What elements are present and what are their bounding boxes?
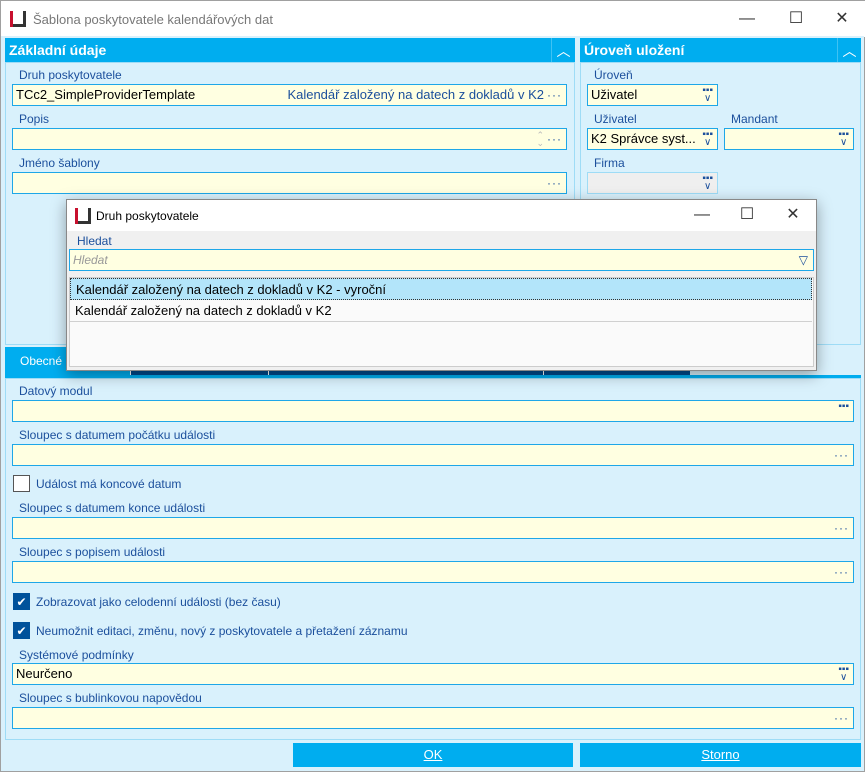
popup-title-bar: Druh poskytovatele — ☐ ✕ <box>67 200 816 231</box>
popup-minimize-button[interactable]: — <box>679 200 725 231</box>
desc-col-input[interactable]: ··· <box>12 561 854 583</box>
cancel-button[interactable]: Storno <box>580 743 861 767</box>
level-label: Úroveň <box>594 68 633 82</box>
sys-conditions-label: Systémové podmínky <box>19 648 134 662</box>
popup-maximize-button[interactable]: ☐ <box>724 200 770 231</box>
sys-conditions-select[interactable]: Neurčeno ▪▪▪ ∨ <box>12 663 854 685</box>
collapse-chevron-icon[interactable]: ︿ <box>837 38 861 62</box>
tooltip-col-label: Sloupec s bublinkovou napovědou <box>19 691 202 705</box>
k2-logo-icon <box>75 208 91 224</box>
search-placeholder: Hledat <box>73 253 108 267</box>
search-input[interactable]: Hledat ▽ <box>69 249 814 271</box>
checkmark-icon: ✔ <box>16 624 27 638</box>
list-item[interactable]: Kalendář založený na datech z dokladů v … <box>70 278 812 300</box>
close-button[interactable]: ✕ <box>819 1 865 37</box>
minimize-button[interactable]: — <box>724 1 770 37</box>
dropdown-icon[interactable]: ▪▪▪ ∨ <box>838 665 849 683</box>
provider-type-popup: Druh poskytovatele — ☐ ✕ Hledat Hledat ▽… <box>66 199 817 371</box>
collapse-chevron-icon[interactable]: ︿ <box>551 38 575 62</box>
provider-type-label: Druh poskytovatele <box>19 68 122 82</box>
company-select: ▪▪▪ ∨ <box>587 172 718 194</box>
search-label: Hledat <box>77 234 112 248</box>
end-date-col-label: Sloupec s datumem konce události <box>19 501 206 515</box>
dropdown-icon[interactable]: ▪▪▪ ∨ <box>702 130 713 148</box>
ellipsis-icon[interactable]: ··· <box>834 445 849 465</box>
provider-type-description: Kalendář založený na datech z dokladů v … <box>287 87 544 102</box>
mandant-select[interactable]: ▪▪▪ ∨ <box>724 128 854 150</box>
has-end-date-label: Událost má koncové datum <box>36 477 182 491</box>
template-name-input[interactable]: ··· <box>12 172 567 194</box>
checkmark-icon: ✔ <box>16 595 27 609</box>
tooltip-col-input[interactable]: ··· <box>12 707 854 729</box>
no-edit-checkbox[interactable]: ✔ <box>13 622 30 639</box>
level-select[interactable]: Uživatel ▪▪▪ ∨ <box>587 84 718 106</box>
user-select[interactable]: K2 Správce syst... ▪▪▪ ∨ <box>587 128 718 150</box>
ok-button[interactable]: OK <box>293 743 573 767</box>
list-item[interactable]: Kalendář založený na datech z dokladů v … <box>70 300 812 322</box>
company-label: Firma <box>594 156 625 170</box>
ellipsis-icon[interactable]: ··· <box>834 518 849 538</box>
ellipsis-icon[interactable]: ··· <box>834 562 849 582</box>
ellipsis-icon[interactable]: ··· <box>834 708 849 728</box>
storage-level-header: Úroveň uložení <box>580 38 861 62</box>
ellipsis-icon[interactable]: ··· <box>547 129 562 149</box>
maximize-button[interactable]: ☐ <box>773 1 819 37</box>
popup-title: Druh poskytovatele <box>96 209 199 223</box>
all-day-checkbox[interactable]: ✔ <box>13 593 30 610</box>
window-title: Šablona poskytovatele kalendářových dat <box>33 12 273 27</box>
basic-info-header: Základní údaje <box>5 38 575 62</box>
basic-info-title: Základní údaje <box>9 42 107 58</box>
k2-logo-icon <box>10 11 26 27</box>
start-date-col-label: Sloupec s datumem počátku události <box>19 428 216 442</box>
description-input[interactable]: ⌃ ⌄ ··· <box>12 128 567 150</box>
ellipsis-icon[interactable]: ··· <box>547 85 562 105</box>
end-date-col-input[interactable]: ··· <box>12 517 854 539</box>
all-day-label: Zobrazovat jako celodenní události (bez … <box>36 595 281 609</box>
mandant-label: Mandant <box>731 112 778 126</box>
data-module-label: Datový modul <box>19 384 93 398</box>
popup-close-button[interactable]: ✕ <box>770 200 816 231</box>
dropdown-icon[interactable]: ▪▪▪ ∨ <box>702 86 713 104</box>
desc-col-label: Sloupec s popisem události <box>19 545 166 559</box>
provider-type-value: TCc2_SimpleProviderTemplate <box>16 87 196 102</box>
provider-type-input[interactable]: TCc2_SimpleProviderTemplate Kalendář zal… <box>12 84 567 106</box>
spinner-icon[interactable]: ⌃ ⌄ <box>536 131 544 148</box>
ellipsis-icon[interactable]: ··· <box>547 173 562 193</box>
dropdown-icon: ▪▪▪ ∨ <box>702 173 713 192</box>
title-bar: Šablona poskytovatele kalendářových dat … <box>1 1 865 37</box>
start-date-col-input[interactable]: ··· <box>12 444 854 466</box>
description-label: Popis <box>19 112 50 126</box>
storage-level-title: Úroveň uložení <box>584 42 685 58</box>
filter-icon[interactable]: ▽ <box>799 250 808 270</box>
dropdown-icon[interactable]: ▪▪▪ ∨ <box>838 130 849 148</box>
data-module-select[interactable]: ▪▪▪ <box>12 400 854 422</box>
user-label: Uživatel <box>594 112 637 126</box>
no-edit-label: Neumožnit editaci, změnu, nový z poskyto… <box>36 624 408 638</box>
template-name-label: Jméno šablony <box>19 156 100 170</box>
has-end-date-checkbox[interactable] <box>13 475 30 492</box>
dropdown-icon[interactable]: ▪▪▪ <box>838 402 849 412</box>
